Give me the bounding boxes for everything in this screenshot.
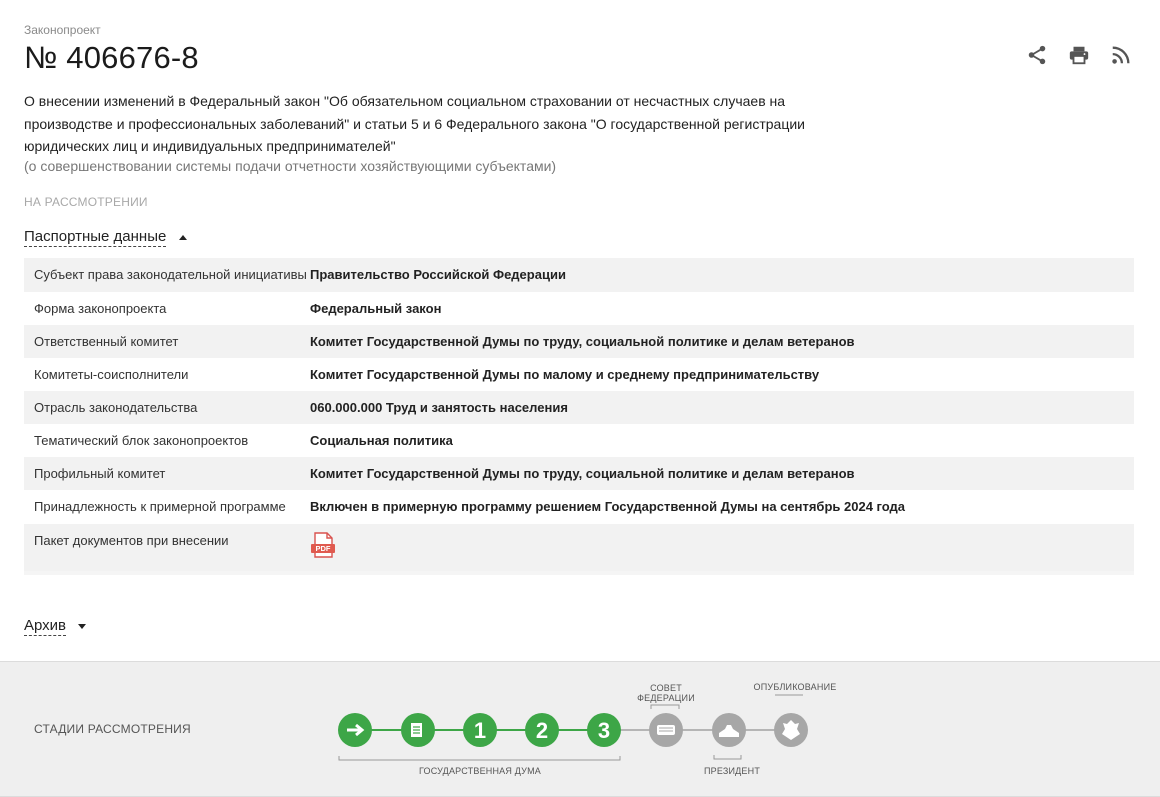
stage-step-council [649, 713, 683, 747]
share-icon[interactable] [1026, 44, 1048, 66]
row-key: Субъект права законодательной инициативы [34, 267, 307, 282]
table-row: Субъект права законодательной инициативы… [24, 258, 1134, 292]
row-value: Правительство Российской Федерации [310, 267, 566, 282]
row-value: 060.000.000 Труд и занятость населения [310, 400, 568, 415]
status-badge: НА РАССМОТРЕНИИ [24, 195, 148, 209]
stage-step-reading-3: 3 [587, 713, 621, 747]
archive-toggle-label: Архив [24, 617, 67, 636]
row-key: Пакет документов при внесении [34, 533, 229, 548]
row-key: Комитеты-соисполнители [34, 367, 189, 382]
table-row: Принадлежность к примерной программе Вкл… [24, 490, 1134, 524]
stage-step-label: 3 [598, 718, 610, 743]
pdf-label: PDF [315, 544, 331, 553]
table-row: Комитеты-соисполнители Комитет Государст… [24, 358, 1134, 391]
stages-panel: СТАДИИ РАССМОТРЕНИЯ 1 2 3 ГОСУДАРСТВЕННА… [0, 661, 1160, 797]
bill-kind: Законопроект [24, 23, 101, 37]
row-value: PDF [310, 532, 1124, 562]
stage-step-label: 1 [474, 718, 486, 743]
action-bar [1026, 44, 1132, 66]
row-value: Комитет Государственной Думы по труду, с… [310, 334, 855, 349]
council-label-2: ФЕДЕРАЦИИ [637, 693, 695, 703]
passport-toggle-label: Паспортные данные [24, 228, 167, 247]
table-row: Пакет документов при внесении PDF [24, 524, 1134, 571]
stage-step-publication [774, 713, 808, 747]
table-row: Профильный комитет Комитет Государственн… [24, 457, 1134, 490]
archive-toggle[interactable]: Архив [24, 617, 87, 636]
president-label: ПРЕЗИДЕНТ [703, 766, 761, 776]
row-value: Социальная политика [310, 433, 453, 448]
stage-step-president [712, 713, 746, 747]
table-row: Отрасль законодательства 060.000.000 Тру… [24, 391, 1134, 424]
stage-step-label: 2 [536, 718, 548, 743]
stage-step-reading-2: 2 [525, 713, 559, 747]
council-bracket [650, 704, 680, 709]
row-value: Комитет Государственной Думы по малому и… [310, 367, 820, 382]
print-icon[interactable] [1068, 44, 1090, 66]
row-value: Комитет Государственной Думы по труду, с… [310, 466, 855, 481]
row-key: Принадлежность к примерной программе [34, 499, 286, 514]
row-key: Тематический блок законопроектов [34, 433, 249, 448]
caret-down-icon [78, 623, 87, 629]
stage-step-preliminary [401, 713, 435, 747]
bill-number: № 406676-8 [24, 40, 199, 75]
row-key: Ответственный комитет [34, 334, 179, 349]
stage-step-reading-1: 1 [463, 713, 497, 747]
pdf-icon[interactable]: PDF [310, 532, 335, 558]
row-value: Федеральный закон [310, 301, 442, 316]
table-row: Ответственный комитет Комитет Государств… [24, 325, 1134, 358]
stages-diagram: 1 2 3 [338, 694, 808, 761]
passport-table: Субъект права законодательной инициативы… [24, 258, 1134, 575]
rss-icon[interactable] [1110, 44, 1132, 66]
row-key: Форма законопроекта [34, 301, 167, 316]
stage-step-introduced [338, 713, 372, 747]
table-row: Форма законопроекта Федеральный закон [24, 292, 1134, 325]
row-value: Включен в примерную программу решением Г… [310, 499, 906, 514]
duma-bracket [338, 756, 621, 761]
row-key: Профильный комитет [34, 466, 166, 481]
row-key: Отрасль законодательства [34, 400, 198, 415]
table-row: Тематический блок законопроектов Социаль… [24, 424, 1134, 457]
passport-toggle[interactable]: Паспортные данные [24, 228, 187, 247]
bill-subdescription: (о совершенствовании системы подачи отче… [24, 158, 557, 174]
duma-label: ГОСУДАРСТВЕННАЯ ДУМА [418, 766, 541, 776]
publication-label: ОПУБЛИКОВАНИЕ [753, 682, 837, 692]
president-bracket [713, 755, 742, 760]
caret-up-icon [178, 234, 187, 240]
bill-description: О внесении изменений в Федеральный закон… [24, 93, 805, 154]
